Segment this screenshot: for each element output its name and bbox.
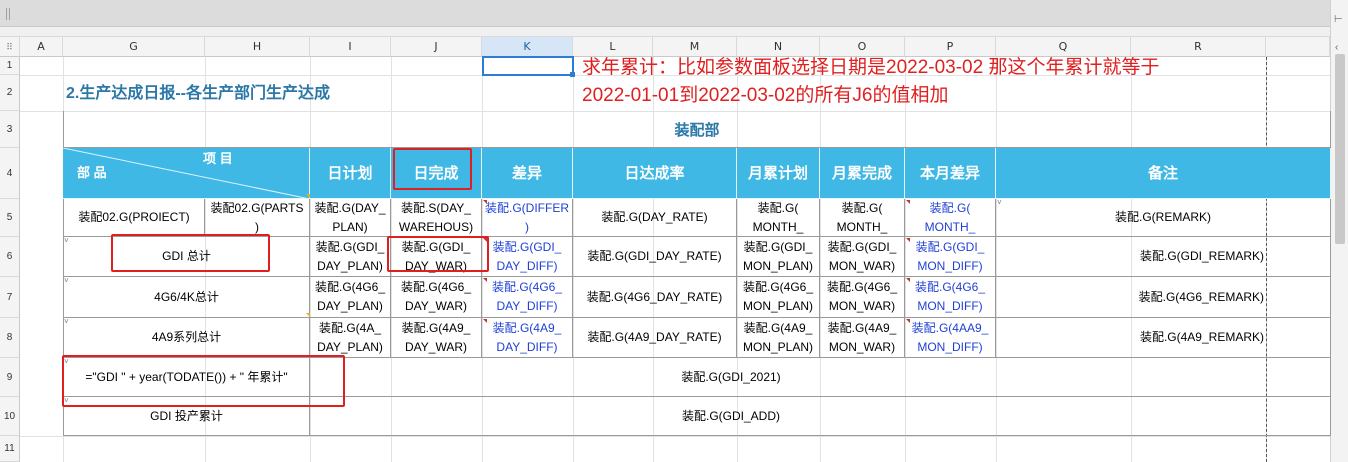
flag-icon [483,319,487,323]
flag-icon [483,200,487,204]
section-title: 装配部 [63,111,1331,148]
cell-remark[interactable]: 装配.G(GDI_REMARK) [996,237,1331,277]
cell-month-done[interactable]: 装配.G(4A9_ MON_WAR) [820,318,905,358]
cell-differ[interactable]: 装配.G(4A9_ DAY_DIFF) [482,318,573,358]
cell-remark[interactable]: 装配.G(4A9_REMARK) [996,318,1331,358]
cell-day-rate[interactable]: 装配.G(GDI_DAY_RATE) [573,237,737,277]
toolbar-separator [6,8,7,20]
cell-remark[interactable]: 装配.G(4G6_REMARK) [996,277,1331,318]
cell-differ[interactable]: 装配.G(4G6_ DAY_DIFF) [482,277,573,318]
cell-day-plan[interactable]: 装配.G(4A_ DAY_PLAN) [310,318,391,358]
annotation-line-1: 求年累计：比如参数面板选择日期是2022-03-02 那这个年累计就等于 [582,57,1160,78]
grid-icon: ⠿ [6,43,13,53]
cell-day-plan[interactable]: 装配.G(DAY_ PLAN) [310,199,391,237]
cell-differ[interactable]: 装配.G(DIFFER ) [482,199,573,237]
ruler-icon[interactable]: ⊢ [1334,14,1343,25]
column-header[interactable]: J [391,37,482,57]
cell-month-plan[interactable]: 装配.G(4A9_ MON_PLAN) [737,318,820,358]
column-header[interactable]: G [63,37,205,57]
cell-day-plan[interactable]: 装配.G(GDI_ DAY_PLAN) [310,237,391,277]
row-header[interactable]: 3 [0,111,20,148]
cell-day-plan[interactable]: 装配.G(4G6_ DAY_PLAN) [310,277,391,318]
row-header[interactable]: 2 [0,75,20,111]
toolbar-separator [9,8,10,20]
column-header[interactable]: H [205,37,310,57]
cell-day-rate[interactable]: 装配.G(4G6_DAY_RATE) [573,277,737,318]
column-header-selected[interactable]: K [482,37,573,57]
cell-month-diff[interactable]: 装配.G(4G6_ MON_DIFF) [905,277,996,318]
cell-month-diff[interactable]: 装配.G(4AA9_ MON_DIFF) [905,318,996,358]
cell-month-plan[interactable]: 装配.G(GDI_ MON_PLAN) [737,237,820,277]
header-diff: 差异 [482,148,573,199]
flag-icon [906,200,910,204]
cell-4g6-total[interactable]: 4G6/4K总计 [63,277,310,318]
row-header[interactable]: 8 [0,318,20,358]
flag-icon [906,238,910,242]
diagonal-header: 项 目 部 品 [63,148,310,199]
expand-arrow-icon: ˅ [64,276,69,285]
header-mon-plan: 月累计划 [737,148,820,199]
row-header[interactable]: 4 [0,148,20,199]
cell-day-warehouse[interactable]: 装配.G(4A9_ DAY_WAR) [391,318,482,358]
header-remark: 备注 [996,148,1331,199]
expand-arrow-icon: ˅ [997,198,1002,207]
selected-cell[interactable] [482,56,574,76]
cell-month-plan[interactable]: 装配.G( MONTH_ [737,199,820,237]
fill-handle[interactable] [570,72,575,77]
flag-icon [483,278,487,282]
row-header[interactable]: 1 [0,57,20,75]
expand-arrow-icon: ˅ [64,236,69,245]
gridline [20,436,1330,437]
report-title: 2.生产达成日报--各生产部门生产达成 [66,85,331,102]
cell-month-diff[interactable]: 装配.G( MONTH_ [905,199,996,237]
cell-month-plan[interactable]: 装配.G(4G6_ MON_PLAN) [737,277,820,318]
cell-month-done[interactable]: 装配.G(4G6_ MON_WAR) [820,277,905,318]
select-all-corner[interactable]: ⠿ [0,37,20,57]
flag-icon [906,319,910,323]
toolbar [0,0,1348,37]
annotation-line-2: 2022-01-01到2022-03-02的所有J6的值相加 [582,85,949,106]
cell-day-rate[interactable]: 装配.G(4A9_DAY_RATE) [573,318,737,358]
highlight-box [387,236,489,272]
row-header[interactable]: 10 [0,397,20,436]
cell-project[interactable]: 装配02.G(PROIECT) [63,199,205,237]
toolbar-strip [0,0,1330,27]
cell-month-done[interactable]: 装配.G(GDI_ MON_WAR) [820,237,905,277]
cell-remark[interactable]: 装配.G(REMARK) [996,199,1331,237]
cell-month-diff[interactable]: 装配.G(GDI_ MON_DIFF) [905,237,996,277]
cell-4a9-total[interactable]: 4A9系列总计 [63,318,310,358]
flag-icon [306,313,310,317]
highlight-box [111,234,270,272]
cell-gdi-add[interactable]: 装配.G(GDI_ADD) [310,397,1331,436]
flag-icon [306,194,310,198]
row-header[interactable]: 11 [0,436,20,462]
row-header[interactable]: 9 [0,358,20,397]
expand-arrow-icon: ˅ [64,317,69,326]
side-panel[interactable]: ⊢ ‹ [1330,0,1348,462]
vertical-scrollbar[interactable] [1335,54,1345,244]
column-header[interactable]: A [20,37,63,57]
column-header[interactable]: I [310,37,391,57]
row-header[interactable]: 7 [0,277,20,318]
chevron-left-icon[interactable]: ‹ [1335,42,1338,53]
cell-day-warehouse[interactable]: 装配.S(DAY_ WAREHOUS) [391,199,482,237]
cell-gdi-annual[interactable]: 装配.G(GDI_2021) [310,358,1331,397]
header-mon-diff: 本月差异 [905,148,996,199]
row-header[interactable]: 6 [0,237,20,277]
header-mon-done: 月累完成 [820,148,905,199]
diagonal-header-bottom: 部 品 [77,165,107,180]
cell-differ[interactable]: 装配.G(GDI_ DAY_DIFF) [482,237,573,277]
header-plan: 日计划 [310,148,391,199]
diagonal-header-top: 项 目 [203,151,233,166]
cell-day-rate[interactable]: 装配.G(DAY_RATE) [573,199,737,237]
flag-icon [906,278,910,282]
highlight-box [393,148,472,190]
header-rate: 日达成率 [573,148,737,199]
cell-day-warehouse[interactable]: 装配.G(4G6_ DAY_WAR) [391,277,482,318]
highlight-box [62,355,345,407]
cell-parts[interactable]: 装配02.G(PARTS ) [205,199,310,237]
row-header[interactable]: 5 [0,199,20,237]
cell-month-done[interactable]: 装配.G( MONTH_ [820,199,905,237]
